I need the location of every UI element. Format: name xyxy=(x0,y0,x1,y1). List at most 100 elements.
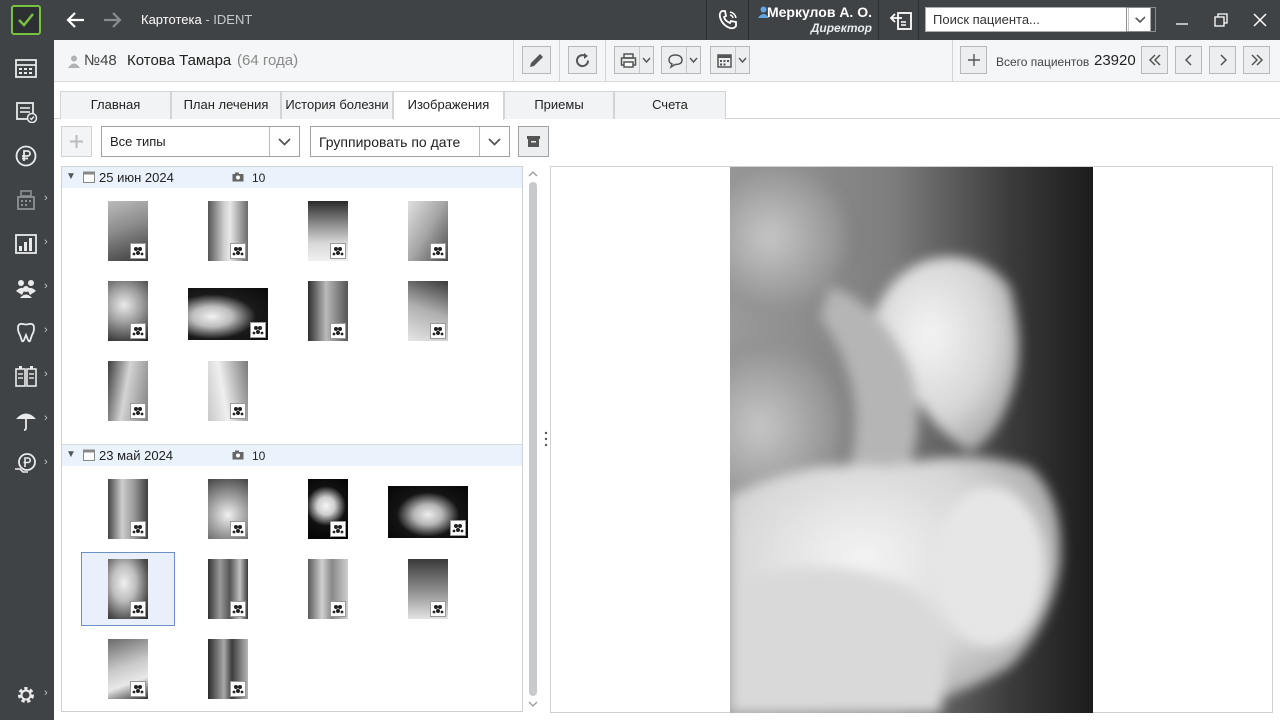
group-date: 25 июн 2024 xyxy=(99,170,174,185)
messages-button[interactable] xyxy=(661,46,701,74)
xray-thumbnail-selected[interactable] xyxy=(108,559,148,619)
xray-thumbnail[interactable] xyxy=(108,479,148,539)
sidebar-item-payments[interactable]: › xyxy=(0,442,54,486)
divider xyxy=(513,40,514,82)
radiation-badge-icon xyxy=(450,520,466,536)
xray-thumbnail[interactable] xyxy=(208,201,248,261)
collapse-chevron-icon[interactable]: ▼ xyxy=(66,171,76,182)
forward-arrow-icon[interactable] xyxy=(100,8,124,32)
messages-dropdown[interactable] xyxy=(686,47,700,73)
current-user[interactable]: Меркулов А. О. Директор xyxy=(750,0,876,40)
tab-treatment-plan[interactable]: План лечения xyxy=(171,91,281,119)
sidebar-item-cash[interactable]: › xyxy=(0,178,54,222)
radiation-badge-icon xyxy=(330,323,346,339)
sidebar-item-reports[interactable]: › xyxy=(0,222,54,266)
next-patient-button[interactable] xyxy=(1209,46,1236,74)
tab-appointments[interactable]: Приемы xyxy=(504,91,614,119)
image-type-select[interactable]: Все типы xyxy=(101,126,300,157)
app-logo-icon[interactable] xyxy=(11,5,41,35)
sidebar-item-labs[interactable]: › xyxy=(0,354,54,398)
chevron-right-icon: › xyxy=(44,412,48,424)
total-patients-count: 23920 xyxy=(1094,52,1136,69)
calendar-button[interactable] xyxy=(710,46,750,74)
chevron-down-icon xyxy=(278,138,291,146)
sidebar-item-tasks[interactable] xyxy=(0,90,54,134)
tab-images[interactable]: Изображения xyxy=(393,91,504,120)
more-button[interactable]: ⋯ xyxy=(1126,7,1156,32)
radiation-badge-icon xyxy=(430,243,446,259)
switch-user-icon[interactable] xyxy=(888,8,914,32)
xray-thumbnail[interactable] xyxy=(108,639,148,699)
divider xyxy=(952,40,953,82)
sidebar-item-schedule[interactable] xyxy=(0,46,54,90)
divider xyxy=(706,0,707,40)
sidebar-item-finance[interactable] xyxy=(0,134,54,178)
collapse-chevron-icon[interactable]: ▼ xyxy=(66,449,76,460)
prev-patient-button[interactable] xyxy=(1175,46,1202,74)
xray-thumbnail[interactable] xyxy=(308,559,348,619)
xray-thumbnail[interactable] xyxy=(108,361,148,421)
xray-thumbnail[interactable] xyxy=(208,639,248,699)
last-patient-button[interactable] xyxy=(1243,46,1270,74)
image-type-dropdown[interactable] xyxy=(269,127,299,156)
xray-thumbnail[interactable] xyxy=(388,486,468,538)
app-title-suffix: - IDENT xyxy=(201,12,253,27)
gallery-scrollbar[interactable] xyxy=(527,168,539,712)
tab-medical-history[interactable]: История болезни xyxy=(281,91,393,119)
scroll-up-icon[interactable] xyxy=(528,170,538,178)
xray-thumbnail[interactable] xyxy=(308,479,348,539)
xray-thumbnail[interactable] xyxy=(188,288,268,340)
sidebar-item-patients[interactable]: › xyxy=(0,266,54,310)
scroll-down-icon[interactable] xyxy=(528,700,538,708)
tab-invoices[interactable]: Счета xyxy=(614,91,726,119)
restore-icon[interactable] xyxy=(1211,10,1231,30)
back-arrow-icon[interactable] xyxy=(64,8,88,32)
patients-icon xyxy=(16,280,36,298)
close-icon[interactable] xyxy=(1250,10,1270,30)
add-image-button[interactable] xyxy=(61,126,92,157)
xray-thumbnail[interactable] xyxy=(208,559,248,619)
scrollbar-thumb[interactable] xyxy=(529,182,537,696)
xray-thumbnail[interactable] xyxy=(408,281,448,341)
date-group-header[interactable]: ▼ 25 июн 2024 10 xyxy=(62,167,522,188)
chevron-down-icon xyxy=(642,57,651,64)
patient-search[interactable] xyxy=(925,7,1151,32)
panel-splitter-handle[interactable] xyxy=(543,430,549,448)
sidebar-item-insurance[interactable]: › xyxy=(0,398,54,442)
group-by-dropdown[interactable] xyxy=(479,127,509,156)
first-patient-button[interactable] xyxy=(1141,46,1168,74)
archive-button[interactable] xyxy=(518,126,549,157)
xray-thumbnail[interactable] xyxy=(308,201,348,261)
radiation-badge-icon xyxy=(130,601,146,617)
cash-register-icon xyxy=(17,190,35,210)
xray-thumbnail[interactable] xyxy=(108,281,148,341)
edit-patient-button[interactable] xyxy=(522,46,551,74)
xray-thumbnail[interactable] xyxy=(208,479,248,539)
date-group-header[interactable]: ▼ 23 май 2024 10 xyxy=(62,445,522,466)
chevron-right-icon: › xyxy=(44,192,48,204)
add-patient-button[interactable] xyxy=(960,46,987,74)
app-title: Картотека - IDENT xyxy=(141,12,252,27)
xray-thumbnail[interactable] xyxy=(408,559,448,619)
tab-main[interactable]: Главная xyxy=(60,91,171,119)
group-by-select[interactable]: Группировать по дате xyxy=(310,126,510,157)
chevron-right-icon: › xyxy=(44,236,48,248)
refresh-button[interactable] xyxy=(568,46,597,74)
image-viewer[interactable] xyxy=(550,166,1273,713)
minimize-icon[interactable] xyxy=(1172,10,1192,30)
phone-icon[interactable] xyxy=(716,8,740,32)
radiation-badge-icon xyxy=(230,521,246,537)
print-button[interactable] xyxy=(614,46,654,74)
calendar-dropdown[interactable] xyxy=(735,47,749,73)
xray-thumbnail[interactable] xyxy=(108,201,148,261)
patient-search-input[interactable] xyxy=(926,8,1116,31)
print-dropdown[interactable] xyxy=(639,47,653,73)
app-title-main: Картотека xyxy=(141,12,202,27)
sidebar-item-dental[interactable]: › xyxy=(0,310,54,354)
xray-thumbnail[interactable] xyxy=(308,281,348,341)
sidebar-item-settings[interactable]: › xyxy=(0,673,54,717)
xray-thumbnail[interactable] xyxy=(208,361,248,421)
xray-image[interactable] xyxy=(730,167,1093,713)
xray-thumbnail[interactable] xyxy=(408,201,448,261)
schedule-icon xyxy=(15,59,37,78)
